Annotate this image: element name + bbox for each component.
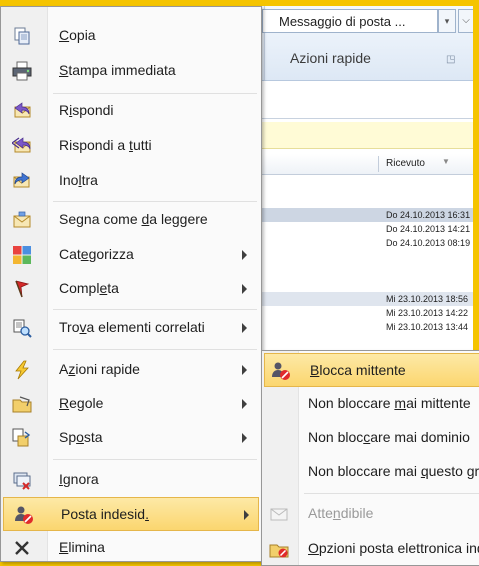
block-sender-icon — [272, 362, 290, 380]
menu-item-label: Rispondi — [59, 102, 114, 118]
message-received: Mi 23.10.2013 14:22 — [386, 308, 469, 318]
menu-item-quick-print[interactable]: Stampa immediata — [2, 54, 260, 88]
menu-item-find-related[interactable]: Trova elementi correlati — [2, 311, 260, 345]
menu-item-label: Elimina — [59, 539, 105, 555]
envelope-unread-icon — [13, 211, 31, 228]
submenu-arrow-icon — [242, 399, 247, 409]
menu-item-label: Stampa immediata — [59, 62, 176, 78]
menu-item-reply[interactable]: Rispondi — [2, 94, 260, 128]
submenu-item-never-block-domain[interactable]: Non bloccare mai dominio — [263, 421, 479, 455]
delete-icon — [15, 541, 29, 555]
menu-item-label: Ignora — [59, 471, 99, 487]
quicksteps-more-icon[interactable]: ⌵ — [458, 9, 473, 33]
menu-item-label: Regole — [59, 395, 104, 411]
submenu-separator — [304, 493, 479, 494]
flag-icon — [15, 280, 30, 298]
menu-item-mark-unread[interactable]: Segna come da leggere — [2, 203, 260, 237]
message-received: Do 24.10.2013 08:19 — [386, 238, 471, 248]
sort-arrow-icon[interactable]: ▼ — [442, 157, 450, 166]
menu-item-label: Rispondi a tutti — [59, 137, 152, 153]
menu-item-reply-all[interactable]: Rispondi a tutti — [2, 129, 260, 163]
move-icon — [12, 428, 31, 447]
menu-item-categorize[interactable]: Categorizza — [2, 238, 260, 272]
submenu-arrow-icon — [242, 365, 247, 375]
menu-item-label: Copia — [59, 27, 96, 43]
ignore-icon — [13, 472, 31, 490]
submenu-item-block-sender[interactable]: Blocca mittente — [264, 353, 479, 387]
submenu-arrow-icon — [242, 433, 247, 443]
menu-item-forward[interactable]: Inoltra — [2, 164, 260, 198]
menu-item-label: Posta indesid. — [61, 506, 149, 522]
message-received: Mi 23.10.2013 18:56 — [386, 294, 469, 304]
menu-item-copy[interactable]: Copia — [2, 19, 260, 53]
menu-item-junk[interactable]: Posta indesid. — [3, 497, 259, 531]
printer-icon — [12, 61, 32, 81]
submenu-item-never-block-group[interactable]: Non bloccare mai questo gruppo — [263, 455, 479, 489]
column-separator[interactable] — [378, 156, 379, 172]
menu-item-label: Categorizza — [59, 246, 134, 262]
rules-folder-icon — [12, 396, 32, 413]
message-received: Mi 23.10.2013 13:44 — [386, 322, 469, 332]
submenu-item-label: Blocca mittente — [310, 362, 406, 378]
submenu-item-label: Opzioni posta elettronica indesiderata — [308, 540, 479, 556]
submenu-item-label: Attendibile — [308, 505, 374, 521]
column-received[interactable]: Ricevuto — [386, 158, 425, 169]
copy-icon — [14, 27, 30, 45]
quicksteps-group-label: Azioni rapide — [290, 50, 371, 66]
lightning-icon — [15, 360, 29, 380]
submenu-item-label: Non bloccare mai dominio — [308, 429, 470, 445]
submenu-arrow-icon — [244, 510, 249, 520]
menu-item-move[interactable]: Sposta — [2, 421, 260, 455]
message-received: Do 24.10.2013 14:21 — [386, 224, 471, 234]
quicksteps-gallery-item[interactable]: Messaggio di posta ... — [262, 9, 438, 33]
menu-item-follow-up[interactable]: Completa — [2, 272, 260, 306]
submenu-item-label: Non bloccare mai mittente — [308, 395, 471, 411]
submenu-arrow-icon — [242, 284, 247, 294]
menu-separator — [53, 459, 257, 460]
reply-icon — [14, 102, 31, 118]
submenu-arrow-icon — [242, 250, 247, 260]
menu-separator — [53, 309, 257, 310]
menu-item-label: Completa — [59, 280, 119, 296]
reply-all-icon — [12, 137, 31, 153]
not-junk-icon — [270, 508, 288, 521]
menu-item-label: Trova elementi correlati — [59, 319, 205, 335]
submenu-item-never-block-sender[interactable]: Non bloccare mai mittente — [263, 387, 479, 421]
menu-item-quick-steps[interactable]: Azioni rapide — [2, 353, 260, 387]
submenu-arrow-icon — [242, 323, 247, 333]
submenu-item-label: Non bloccare mai questo gruppo — [308, 463, 479, 479]
message-received: Do 24.10.2013 16:31 — [386, 210, 471, 220]
submenu-item-junk-options[interactable]: Opzioni posta elettronica indesiderata — [263, 532, 479, 565]
quicksteps-scroll-icon[interactable]: ▾ — [438, 9, 456, 33]
categorize-icon — [13, 246, 31, 264]
menu-separator — [53, 201, 257, 202]
junk-mail-icon — [15, 506, 33, 524]
junk-submenu: Blocca mittente Non bloccare mai mittent… — [261, 350, 479, 566]
menu-item-ignore[interactable]: Ignora — [2, 463, 260, 497]
context-menu: Copia Stampa immediata Rispondi Rispondi… — [0, 6, 262, 562]
find-related-icon — [13, 319, 32, 338]
menu-separator — [53, 349, 257, 350]
menu-item-label: Inoltra — [59, 172, 98, 188]
dialog-launcher-icon[interactable]: ◳ — [446, 54, 455, 65]
menu-item-label: Segna come da leggere — [59, 211, 208, 227]
forward-icon — [13, 172, 30, 188]
menu-item-label: Azioni rapide — [59, 361, 140, 377]
menu-item-label: Sposta — [59, 429, 103, 445]
menu-item-rules[interactable]: Regole — [2, 387, 260, 421]
submenu-item-not-junk[interactable]: Attendibile — [263, 497, 479, 531]
junk-options-icon — [269, 544, 289, 558]
